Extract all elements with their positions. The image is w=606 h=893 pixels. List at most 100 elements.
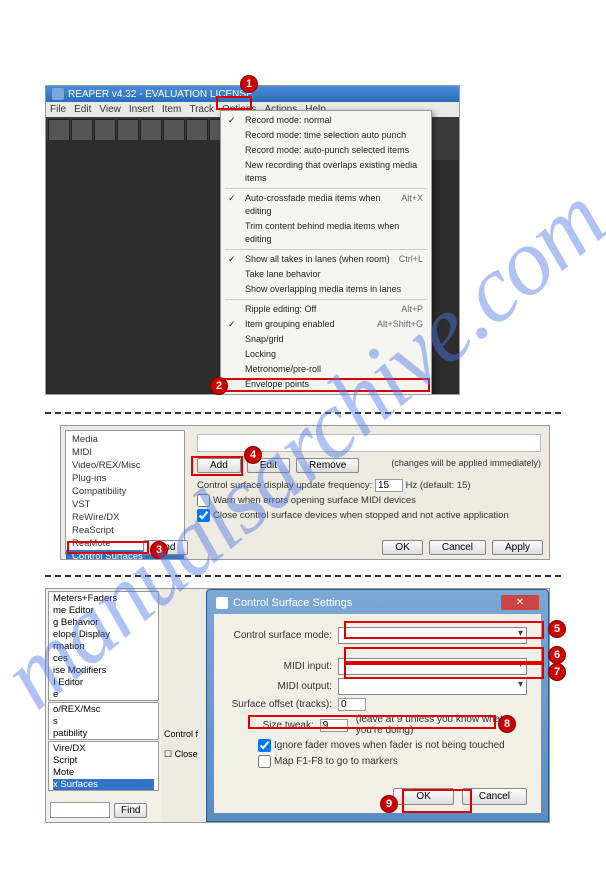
list-item[interactable]: I Editor bbox=[53, 677, 154, 689]
options-menu-dropdown: Record mode: normalRecord mode: time sel… bbox=[220, 110, 432, 395]
offset-label: Surface offset (tracks): bbox=[228, 699, 338, 710]
menu-view[interactable]: View bbox=[99, 104, 121, 115]
find-button[interactable]: Find bbox=[114, 803, 147, 818]
find-input[interactable] bbox=[50, 802, 110, 818]
pref-item[interactable]: Video/REX/Misc bbox=[66, 459, 184, 472]
pref-list-fragment[interactable]: Meters+Fadersme Editorg Behaviorelope Di… bbox=[48, 591, 159, 701]
list-item[interactable]: me Editor bbox=[53, 605, 154, 617]
menu-item[interactable]: New recording that overlaps existing med… bbox=[221, 158, 431, 186]
toolbar-button[interactable] bbox=[163, 119, 185, 141]
step-marker-7: 7 bbox=[548, 663, 566, 681]
ignore-fader-label: Ignore fader moves when fader is not bei… bbox=[274, 740, 505, 751]
list-item[interactable]: ise Modifiers bbox=[53, 665, 154, 677]
ignore-fader-checkbox[interactable] bbox=[258, 739, 271, 752]
ok-button[interactable]: OK bbox=[382, 540, 422, 555]
map-f1f8-label: Map F1-F8 to go to markers bbox=[274, 756, 398, 767]
list-item[interactable]: Mote bbox=[53, 767, 154, 779]
pref-item[interactable]: Media bbox=[66, 433, 184, 446]
pref-item[interactable]: Compatibility bbox=[66, 485, 184, 498]
close-checkbox[interactable] bbox=[197, 509, 210, 522]
tweak-input[interactable] bbox=[320, 719, 348, 732]
menu-edit[interactable]: Edit bbox=[74, 104, 91, 115]
menu-item[interactable]: Envelope points bbox=[221, 377, 431, 392]
add-button[interactable]: Add bbox=[197, 458, 241, 473]
menu-item[interactable]: Trim content behind media items when edi… bbox=[221, 219, 431, 247]
list-item[interactable]: patibility bbox=[53, 728, 154, 740]
preferences-panel: Add Edit Remove (changes will be applied… bbox=[189, 426, 549, 559]
app-icon bbox=[52, 88, 64, 100]
step-marker-9: 9 bbox=[380, 795, 398, 813]
menu-item[interactable]: Show overlapping media items in lanes bbox=[221, 282, 431, 297]
map-f1f8-checkbox[interactable] bbox=[258, 755, 271, 768]
menu-item[interactable]: Auto-crossfade media items when editingA… bbox=[221, 191, 431, 219]
window-title: REAPER v4.32 - EVALUATION LICENSE bbox=[68, 89, 253, 100]
list-item[interactable]: Meters+Faders bbox=[53, 593, 154, 605]
warn-label: Warn when errors opening surface MIDI de… bbox=[213, 495, 416, 506]
cancel-button[interactable]: Cancel bbox=[429, 540, 486, 555]
pref-item[interactable]: ReWire/DX bbox=[66, 511, 184, 524]
step-marker-8: 8 bbox=[498, 715, 516, 733]
step-marker-3: 3 bbox=[150, 541, 168, 559]
list-item[interactable]: rmation bbox=[53, 641, 154, 653]
menu-file[interactable]: File bbox=[50, 104, 66, 115]
menu-item[interactable]: Record mode: auto-punch selected items bbox=[221, 143, 431, 158]
list-item[interactable]: elope Display bbox=[53, 629, 154, 641]
step-marker-1: 1 bbox=[240, 75, 258, 93]
list-item[interactable]: Vire/DX bbox=[53, 743, 154, 755]
menu-item[interactable]: Snap/grid bbox=[221, 332, 431, 347]
list-item[interactable]: x Surfaces bbox=[53, 779, 154, 791]
screenshot-1: REAPER v4.32 - EVALUATION LICENSE File Ed… bbox=[45, 85, 460, 395]
freq-label: Control surface display update frequency… bbox=[197, 480, 372, 491]
dialog-title: Control Surface Settings bbox=[233, 597, 352, 609]
dialog-icon bbox=[216, 597, 228, 609]
menu-item[interactable]: Record mode: time selection auto punch bbox=[221, 128, 431, 143]
offset-input[interactable] bbox=[338, 698, 366, 711]
toolbar-button[interactable] bbox=[117, 119, 139, 141]
list-item[interactable]: s bbox=[53, 716, 154, 728]
section-divider bbox=[45, 412, 561, 414]
step-marker-5: 5 bbox=[548, 620, 566, 638]
mode-combo[interactable] bbox=[338, 627, 527, 644]
menu-item[interactable]: Ripple editing: OffAlt+P bbox=[221, 302, 431, 317]
menu-item[interactable]: Metronome/pre-roll bbox=[221, 362, 431, 377]
menu-item[interactable]: Item grouping enabledAlt+Shift+G bbox=[221, 317, 431, 332]
freq-input[interactable] bbox=[375, 479, 403, 492]
menu-item[interactable]: Take lane behavior bbox=[221, 267, 431, 282]
list-item[interactable]: g Behavior bbox=[53, 617, 154, 629]
menu-track[interactable]: Track bbox=[189, 104, 214, 115]
menu-item[interactable]: Item bbox=[162, 104, 181, 115]
menu-insert[interactable]: Insert bbox=[129, 104, 154, 115]
step-marker-2: 2 bbox=[210, 377, 228, 395]
list-item[interactable]: e bbox=[53, 689, 154, 701]
ok-button[interactable]: OK bbox=[393, 788, 453, 805]
pref-item[interactable]: VST bbox=[66, 498, 184, 511]
list-item[interactable]: Script bbox=[53, 755, 154, 767]
toolbar-button[interactable] bbox=[186, 119, 208, 141]
list-item[interactable]: ces bbox=[53, 653, 154, 665]
toolbar-button[interactable] bbox=[71, 119, 93, 141]
control-surface-settings-dialog: Control Surface Settings ✕ Control surfa… bbox=[206, 589, 549, 822]
mode-label: Control surface mode: bbox=[228, 630, 338, 641]
pref-list-fragment[interactable]: o/REX/Mscspatibility bbox=[48, 702, 159, 740]
toolbar-button[interactable] bbox=[48, 119, 70, 141]
toolbar-button[interactable] bbox=[140, 119, 162, 141]
freq-unit: Hz (default: 15) bbox=[406, 480, 471, 491]
apply-button[interactable]: Apply bbox=[492, 540, 543, 555]
pref-item[interactable]: ReaScript bbox=[66, 524, 184, 537]
pref-item[interactable]: Plug-ins bbox=[66, 472, 184, 485]
midiin-combo[interactable] bbox=[338, 658, 527, 675]
pref-item[interactable]: MIDI bbox=[66, 446, 184, 459]
cancel-button[interactable]: Cancel bbox=[462, 788, 527, 805]
menu-item[interactable]: Record mode: normal bbox=[221, 113, 431, 128]
warn-checkbox[interactable] bbox=[197, 494, 210, 507]
close-icon[interactable]: ✕ bbox=[501, 595, 539, 610]
toolbar-button[interactable] bbox=[94, 119, 116, 141]
pref-list-fragment[interactable]: Vire/DXScriptMotex Surfaces bbox=[48, 741, 159, 791]
midiin-label: MIDI input: bbox=[228, 661, 338, 672]
list-item[interactable]: o/REX/Msc bbox=[53, 704, 154, 716]
midiout-combo[interactable] bbox=[338, 678, 527, 695]
menu-item[interactable]: Show all takes in lanes (when room)Ctrl+… bbox=[221, 252, 431, 267]
remove-button[interactable]: Remove bbox=[296, 458, 359, 473]
screenshot-3: Meters+Fadersme Editorg Behaviorelope Di… bbox=[45, 588, 550, 823]
menu-item[interactable]: Locking bbox=[221, 347, 431, 362]
